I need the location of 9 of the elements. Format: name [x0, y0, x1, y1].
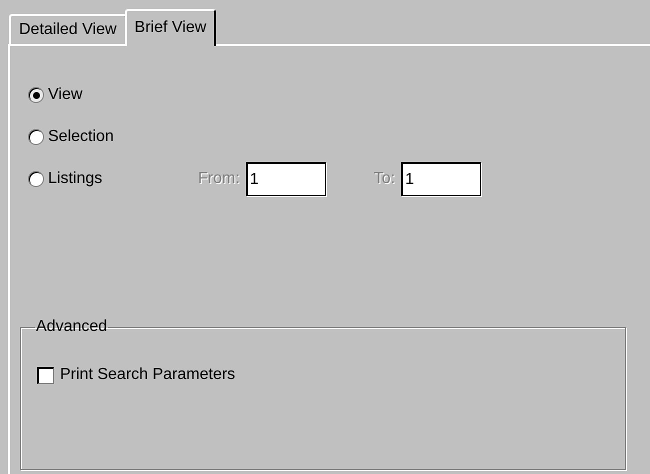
to-label: To:	[374, 170, 396, 188]
radio-option[interactable]: View	[28, 86, 188, 104]
group-title: Advanced	[35, 318, 108, 336]
radio-option[interactable]: Selection	[28, 128, 188, 146]
checkbox-option[interactable]: Print Search Parameters	[37, 366, 236, 384]
from-label: From:	[198, 170, 240, 188]
tab[interactable]: Detailed View	[9, 14, 127, 44]
radio-option[interactable]: Listings	[28, 170, 188, 188]
tab[interactable]: Brief View	[124, 9, 216, 46]
